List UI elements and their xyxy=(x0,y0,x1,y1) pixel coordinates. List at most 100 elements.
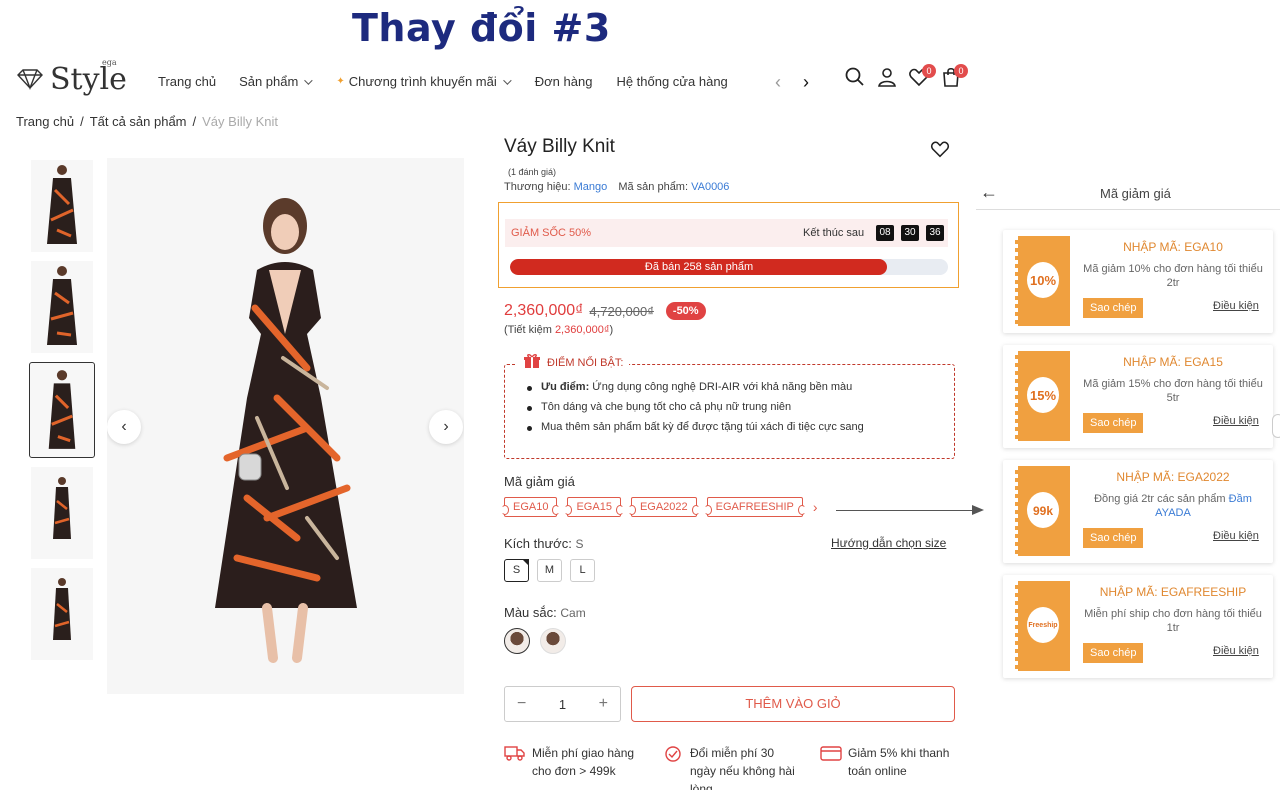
truck-icon xyxy=(504,744,526,790)
logo-text: Style xyxy=(50,62,127,97)
terms-link[interactable]: Điều kiện xyxy=(1213,530,1259,542)
ticket-badge-icon: 99k xyxy=(1027,492,1059,528)
countdown-minutes: 30 xyxy=(901,225,919,241)
thumbnail-2[interactable] xyxy=(31,261,93,353)
voucher-description: Đồng giá 2tr các sản phẩm Đầm AYADA xyxy=(1094,493,1252,519)
header-actions: 0 0 xyxy=(844,64,968,90)
chevron-down-icon xyxy=(502,75,512,85)
favorite-heart-icon[interactable] xyxy=(930,139,950,162)
color-swatch-selected[interactable] xyxy=(504,628,530,654)
flash-sale-label: GIẢM SỐC 50% xyxy=(511,227,592,239)
voucher-code: NHẬP MÃ: EGA10 xyxy=(1123,240,1223,254)
sold-progress-bar: Đã bán 258 sản phẩm xyxy=(510,259,948,275)
voucher-panel-title: Mã giảm giá xyxy=(1100,186,1171,201)
terms-link[interactable]: Điều kiện xyxy=(1213,300,1259,312)
coupon-tag-ega2022[interactable]: EGA2022 xyxy=(627,497,700,517)
thumbnail-1[interactable] xyxy=(31,160,93,252)
annotation-arrow-head xyxy=(972,505,984,515)
breadcrumb-home[interactable]: Trang chủ xyxy=(16,114,74,129)
copy-button[interactable]: Sao chép xyxy=(1083,643,1144,663)
user-icon[interactable] xyxy=(876,66,898,90)
coupon-section-title: Mã giảm giá xyxy=(504,474,575,489)
color-swatches xyxy=(504,628,566,654)
voucher-panel-header: ← Mã giảm giá xyxy=(976,180,1280,210)
image-next-button[interactable]: › xyxy=(429,410,463,444)
coupon-tag-ega10[interactable]: EGA10 xyxy=(500,497,561,517)
search-icon[interactable] xyxy=(844,66,866,90)
perks-row: Miễn phí giao hàng cho đơn > 499k Đổi mi… xyxy=(504,744,960,790)
size-label: Kích thước: S xyxy=(504,536,584,551)
annotation-title: Thay đổi #3 xyxy=(352,6,611,50)
thumbnail-3-selected[interactable] xyxy=(29,362,95,458)
highlight-item: Tôn dáng và che bụng tốt cho cả phụ nữ t… xyxy=(527,401,864,413)
main-nav: Trang chủ Sản phẩm ✦ Chương trình khuyến … xyxy=(158,74,728,89)
chevron-left-icon[interactable]: ‹ xyxy=(775,72,781,92)
copy-button[interactable]: Sao chép xyxy=(1083,528,1144,548)
voucher-description: Mã giảm 15% cho đơn hàng tối thiểu 5tr xyxy=(1083,378,1263,404)
discount-badge: -50% xyxy=(665,302,706,320)
logo[interactable]: Style ega xyxy=(16,58,128,102)
wishlist-icon[interactable]: 0 xyxy=(908,64,936,90)
thumbnail-5[interactable] xyxy=(31,568,93,660)
breadcrumb-current: Váy Billy Knit xyxy=(202,114,279,129)
minus-icon[interactable]: − xyxy=(517,695,526,713)
product-rating[interactable]: (1 đánh giá) xyxy=(508,167,556,177)
voucher-card-egafreeship: Freeship NHẬP MÃ: EGAFREESHIP Miễn phí s… xyxy=(1003,575,1273,678)
size-options: S M L xyxy=(504,559,595,582)
chevron-right-icon[interactable]: › xyxy=(803,72,809,92)
return-icon xyxy=(662,744,684,790)
size-option-s[interactable]: S xyxy=(504,559,529,582)
perk-online-discount: Giảm 5% khi thanh toán online xyxy=(820,744,960,790)
size-guide-link[interactable]: Hướng dẫn chọn size xyxy=(831,536,946,550)
voucher-card-ega2022: 99k NHẬP MÃ: EGA2022 Đồng giá 2tr các sả… xyxy=(1003,460,1273,563)
copy-button[interactable]: Sao chép xyxy=(1083,413,1144,433)
size-option-m[interactable]: M xyxy=(537,559,562,582)
quantity-value[interactable]: 1 xyxy=(559,697,566,712)
color-label: Màu sắc: Cam xyxy=(504,605,586,620)
highlight-item: Ưu điểm: Ứng dụng công nghệ DRI-AIR với … xyxy=(527,381,864,393)
wishlist-badge: 0 xyxy=(922,64,936,78)
thumbnail-4[interactable] xyxy=(31,467,93,559)
add-to-cart-button[interactable]: THÊM VÀO GIỎ xyxy=(631,686,955,722)
flash-sale-bar: GIẢM SỐC 50% Kết thúc sau 08 30 36 xyxy=(505,219,948,247)
nav-item-stores[interactable]: Hệ thống cửa hàng xyxy=(616,74,727,89)
coupon-tag-ega15[interactable]: EGA15 xyxy=(564,497,625,517)
product-main-image[interactable]: ‹ › xyxy=(107,158,464,694)
card-icon xyxy=(820,744,842,790)
chevron-down-icon xyxy=(304,75,313,85)
flash-sale-box: GIẢM SỐC 50% Kết thúc sau 08 30 36 Đã bá… xyxy=(498,202,959,288)
annotation-arrow-line xyxy=(836,510,978,511)
highlights-list: Ưu điểm: Ứng dụng công nghệ DRI-AIR với … xyxy=(527,381,864,441)
image-prev-button[interactable]: ‹ xyxy=(107,410,141,444)
gift-icon xyxy=(523,353,541,372)
freeship-truck-icon: Freeship xyxy=(1027,607,1059,643)
size-option-l[interactable]: L xyxy=(570,559,595,582)
perk-free-shipping: Miễn phí giao hàng cho đơn > 499k xyxy=(504,744,644,790)
brand-link[interactable]: Mango xyxy=(574,181,608,193)
sku-value: VA0006 xyxy=(691,181,730,193)
diamond-icon xyxy=(17,69,43,90)
price-row: 2,360,000₫ 4,720,000₫ -50% xyxy=(504,302,706,320)
voucher-description: Miễn phí ship cho đơn hàng tối thiểu 1tr xyxy=(1084,608,1262,634)
color-swatch[interactable] xyxy=(540,628,566,654)
panel-scroll-handle[interactable] xyxy=(1272,414,1280,438)
plus-icon[interactable]: + xyxy=(599,695,608,713)
nav-item-home[interactable]: Trang chủ xyxy=(158,74,216,89)
chevron-right-icon[interactable]: › xyxy=(813,499,818,515)
old-price: 4,720,000₫ xyxy=(589,303,654,319)
nav-item-promotions[interactable]: ✦ Chương trình khuyến mãi xyxy=(336,74,512,89)
breadcrumb-all-products[interactable]: Tất cả sản phẩm xyxy=(90,114,187,129)
nav-item-orders[interactable]: Đơn hàng xyxy=(535,74,593,89)
back-arrow-icon[interactable]: ← xyxy=(980,182,998,203)
nav-item-products[interactable]: Sản phẩm xyxy=(239,74,313,89)
copy-button[interactable]: Sao chép xyxy=(1083,298,1144,318)
terms-link[interactable]: Điều kiện xyxy=(1213,645,1259,657)
logo-small-text: ega xyxy=(102,58,117,67)
highlight-item: Mua thêm sản phẩm bất kỳ để được tặng tú… xyxy=(527,421,864,433)
coupon-tags: EGA10 EGA15 EGA2022 EGAFREESHIP › xyxy=(500,497,818,517)
cart-icon[interactable]: 0 xyxy=(940,64,968,90)
coupon-tag-egafreeship[interactable]: EGAFREESHIP xyxy=(703,497,807,517)
nav-scroll-arrows: ‹ › xyxy=(775,72,809,92)
terms-link[interactable]: Điều kiện xyxy=(1213,415,1259,427)
highlights-box: ĐIỂM NỔI BẬT: Ưu điểm: Ứng dụng công ngh… xyxy=(504,353,955,459)
